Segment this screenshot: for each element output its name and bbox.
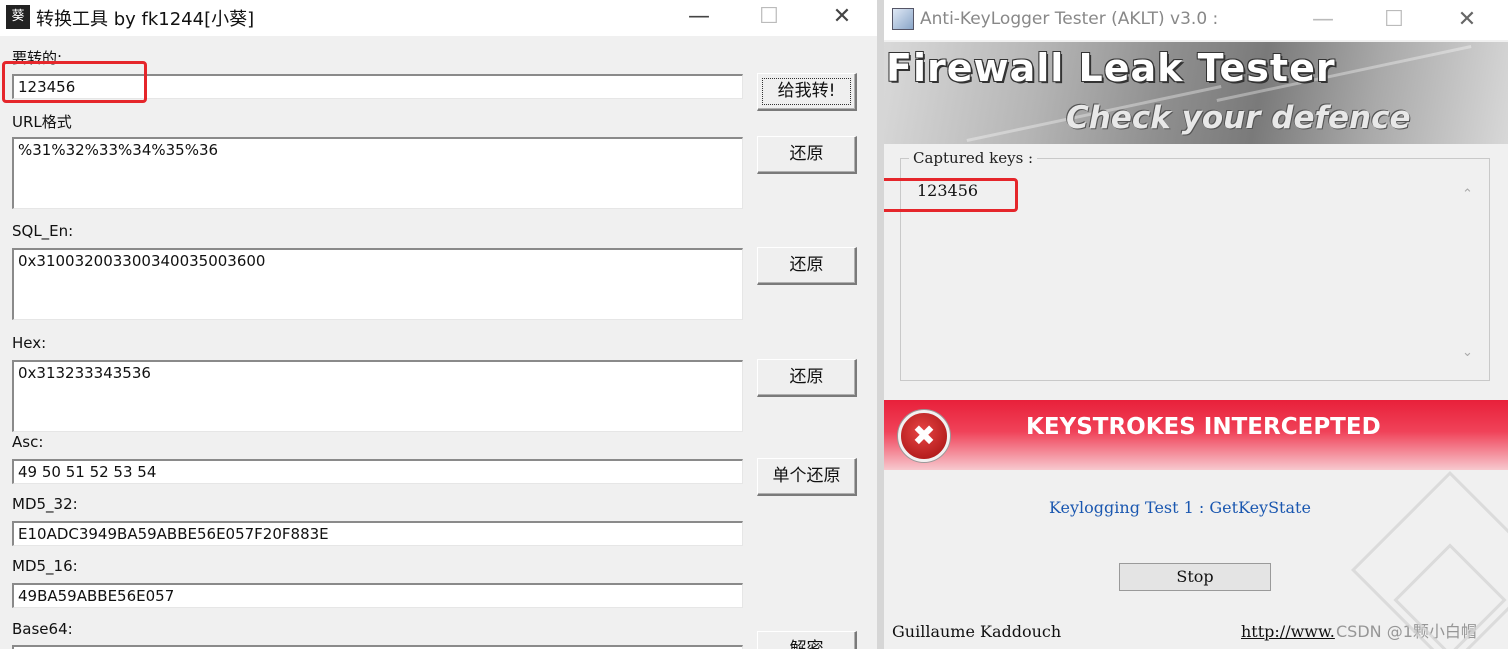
url-label: URL格式 [12, 113, 72, 131]
stop-button[interactable]: Stop [1119, 563, 1271, 591]
close-button[interactable]: ✕ [824, 2, 860, 32]
converter-window: 葵 转换工具 by fk1244[小葵] — ☐ ✕ 要转的: 123456 给… [0, 0, 877, 649]
window-title: Anti-KeyLogger Tester (AKLT) v3.0 : [920, 9, 1219, 29]
captured-keys-legend: Captured keys : [909, 149, 1038, 167]
close-button[interactable]: ✕ [1449, 5, 1485, 35]
hex-field[interactable]: 0x313233343536 [12, 360, 743, 432]
hex-label: Hex: [12, 334, 47, 352]
asc-restore-button[interactable]: 单个还原 [757, 458, 857, 496]
md5-32-label: MD5_32: [12, 495, 78, 513]
base64-decode-button[interactable]: 解密 [757, 631, 857, 649]
hex-restore-button[interactable]: 还原 [757, 359, 857, 397]
convert-button[interactable]: 给我转! [757, 73, 857, 111]
maximize-button[interactable]: ☐ [751, 2, 787, 32]
sql-field[interactable]: 0x310032003300340035003600 [12, 248, 743, 320]
md5-16-label: MD5_16: [12, 557, 78, 575]
window-gap [877, 0, 884, 649]
minimize-button[interactable]: — [681, 2, 717, 32]
app-icon [892, 8, 914, 30]
base64-field[interactable] [12, 645, 743, 649]
website-link[interactable]: http://www. [1241, 622, 1335, 641]
app-icon: 葵 [6, 5, 30, 29]
asc-field[interactable]: 49 50 51 52 53 54 [12, 459, 743, 484]
error-icon: ✖ [898, 410, 950, 462]
alert-bar: ✖ KEYSTROKES INTERCEPTED [884, 400, 1508, 470]
sql-label: SQL_En: [12, 222, 74, 240]
banner: Firewall Leak Tester Check your defence [884, 42, 1508, 144]
titlebar: 葵 转换工具 by fk1244[小葵] — ☐ ✕ [0, 0, 877, 36]
sql-restore-button[interactable]: 还原 [757, 247, 857, 285]
asc-label: Asc: [12, 433, 44, 451]
window-title: 转换工具 by fk1244[小葵] [36, 9, 255, 30]
md5-16-field[interactable]: 49BA59ABBE56E057 [12, 583, 743, 608]
author-name: Guillaume Kaddouch [892, 622, 1062, 641]
md5-32-field[interactable]: E10ADC3949BA59ABBE56E057F20F883E [12, 521, 743, 546]
banner-subtitle: Check your defence [1066, 100, 1411, 136]
highlight-box [2, 61, 147, 103]
scroll-up-icon[interactable]: ⌃ [1462, 187, 1473, 202]
scroll-down-icon[interactable]: ⌄ [1462, 345, 1473, 360]
base64-label: Base64: [12, 620, 73, 638]
highlight-box [884, 178, 1018, 212]
maximize-button[interactable]: ☐ [1376, 5, 1412, 35]
url-restore-button[interactable]: 还原 [757, 136, 857, 174]
test-status: Keylogging Test 1 : GetKeyState [1049, 498, 1311, 517]
minimize-button[interactable]: — [1305, 5, 1341, 35]
alert-text: KEYSTROKES INTERCEPTED [1026, 414, 1381, 440]
titlebar: Anti-KeyLogger Tester (AKLT) v3.0 : — ☐ … [884, 0, 1508, 40]
banner-title: Firewall Leak Tester [886, 46, 1336, 90]
url-field[interactable]: %31%32%33%34%35%36 [12, 137, 743, 209]
